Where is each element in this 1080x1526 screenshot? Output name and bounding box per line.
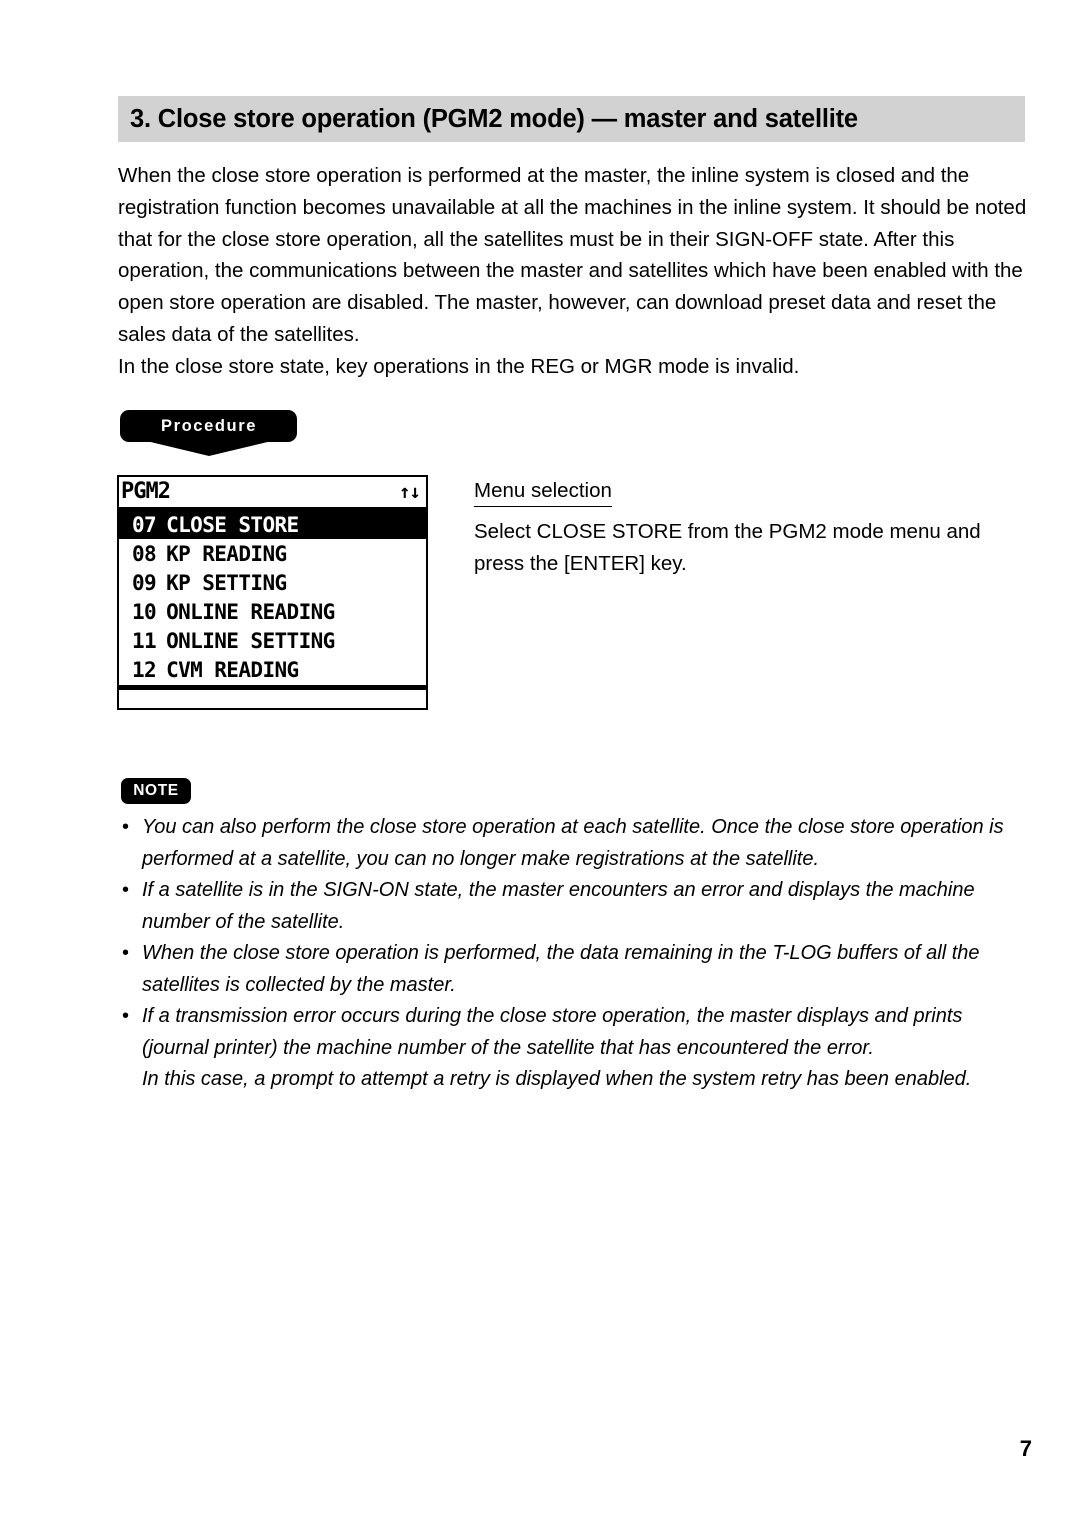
lcd-menu-item-online-setting[interactable]: 11 ONLINE SETTING <box>119 626 426 655</box>
lcd-menu-item-label: KP READING <box>166 541 287 566</box>
note-list-item: • You can also perform the close store o… <box>118 812 1030 875</box>
note-list-item: • If a satellite is in the SIGN-ON state… <box>118 875 1030 938</box>
step-text: Select CLOSE STORE from the PGM2 mode me… <box>474 520 981 575</box>
intro-text-block: When the close store operation is perfor… <box>118 160 1030 383</box>
lcd-header: PGM2 ↑↓ <box>119 477 426 510</box>
step-description-block: Menu selection Select CLOSE STORE from t… <box>474 477 1014 579</box>
lcd-menu-item-number: 12 <box>132 657 157 682</box>
note-list-item-text: You can also perform the close store ope… <box>142 816 1004 870</box>
note-list-item: • When the close store operation is perf… <box>118 938 1030 1001</box>
lcd-menu-item-close-store[interactable]: 07 CLOSE STORE <box>119 510 426 539</box>
intro-paragraph-2: In the close store state, key operations… <box>118 354 800 378</box>
lcd-menu-item-number: 07 <box>132 512 157 537</box>
page-number: 7 <box>1019 1436 1032 1461</box>
lcd-display: PGM2 ↑↓ 07 CLOSE STORE 08 KP READING 09 … <box>117 475 428 710</box>
note-badge-label: NOTE <box>133 782 179 800</box>
lcd-menu-item-number: 09 <box>132 570 157 595</box>
lcd-menu-item-label: KP SETTING <box>166 570 287 595</box>
note-badge: NOTE <box>121 778 191 804</box>
step-heading: Menu selection <box>474 477 612 507</box>
note-list-item-text: If a transmission error occurs during th… <box>142 1005 963 1059</box>
procedure-banner: Procedure <box>120 410 297 456</box>
lcd-menu-item-label: CLOSE STORE <box>166 512 299 537</box>
lcd-menu-item-label: ONLINE SETTING <box>166 628 335 653</box>
intro-paragraph-1: When the close store operation is perfor… <box>118 164 1027 346</box>
bullet-icon: • <box>122 879 130 901</box>
scroll-arrows-icon: ↑↓ <box>399 480 421 503</box>
lcd-menu-item-label: CVM READING <box>166 657 299 682</box>
note-list-item: • If a transmission error occurs during … <box>118 1001 1030 1096</box>
note-list-item-continuation: In this case, a prompt to attempt a retr… <box>142 1068 972 1090</box>
lcd-menu-list: 07 CLOSE STORE 08 KP READING 09 KP SETTI… <box>119 510 426 684</box>
lcd-menu-item-cvm-reading[interactable]: 12 CVM READING <box>119 655 426 684</box>
document-page: 3. Close store operation (PGM2 mode) — m… <box>0 0 1080 1526</box>
lcd-menu-item-number: 10 <box>132 599 157 624</box>
bullet-icon: • <box>122 1005 130 1027</box>
note-list-item-text: If a satellite is in the SIGN-ON state, … <box>142 879 975 933</box>
section-title-bar: 3. Close store operation (PGM2 mode) — m… <box>118 96 1025 142</box>
note-list: • You can also perform the close store o… <box>118 812 1030 1096</box>
lcd-menu-item-online-reading[interactable]: 10 ONLINE READING <box>119 597 426 626</box>
lcd-menu-item-number: 08 <box>132 541 157 566</box>
bullet-icon: • <box>122 816 130 838</box>
procedure-banner-plate: Procedure <box>120 410 297 442</box>
lcd-mode-label: PGM2 <box>121 479 171 504</box>
procedure-banner-label: Procedure <box>160 416 257 435</box>
lcd-menu-item-kp-reading[interactable]: 08 KP READING <box>119 539 426 568</box>
page-title: 3. Close store operation (PGM2 mode) — m… <box>130 104 858 133</box>
note-list-item-text: When the close store operation is perfor… <box>142 942 980 996</box>
lcd-menu-item-kp-setting[interactable]: 09 KP SETTING <box>119 568 426 597</box>
lcd-entry-field[interactable] <box>119 690 426 708</box>
lcd-menu-item-label: ONLINE READING <box>166 599 335 624</box>
lcd-menu-item-number: 11 <box>132 628 157 653</box>
bullet-icon: • <box>122 942 130 964</box>
